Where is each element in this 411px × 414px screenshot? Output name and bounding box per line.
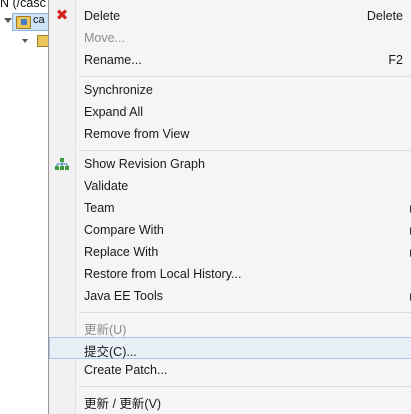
menu-item-create-patch[interactable]: Create Patch... xyxy=(49,359,411,381)
menu-separator xyxy=(79,386,411,387)
tree-top-row-label: N (/casc xyxy=(0,0,46,10)
menu-item-label: Expand All xyxy=(84,105,144,119)
tree-selected-label: ca xyxy=(33,14,45,26)
menu-item-label: 更新 / 更新(V) xyxy=(84,397,162,411)
menu-item-label: Synchronize xyxy=(84,83,153,97)
menu-item-update-to[interactable]: 更新 / 更新(V) xyxy=(49,389,411,411)
menu-item-java-ee-tools[interactable]: Java EE Tools xyxy=(49,285,411,307)
menu-separator xyxy=(79,312,411,313)
menu-item-update[interactable]: 更新(U) xyxy=(49,315,411,337)
context-menu: ✖ Delete Delete Move... Rename... F2 Syn… xyxy=(48,0,411,414)
menu-item-validate[interactable]: Validate xyxy=(49,175,411,197)
menu-item-label: Team xyxy=(84,201,115,215)
menu-item-expand-all[interactable]: Expand All xyxy=(49,101,411,123)
menu-item-label: 提交(C)... xyxy=(84,345,137,359)
revision-graph-icon xyxy=(55,157,69,171)
project-explorer-tree: N (/casc ca xyxy=(0,0,52,400)
menu-item-remove-from-view[interactable]: Remove from View xyxy=(49,123,411,145)
tree-selected-row[interactable]: ca xyxy=(4,13,52,33)
menu-item-replace-with[interactable]: Replace With xyxy=(49,241,411,263)
menu-item-label: Replace With xyxy=(84,245,159,259)
menu-item-label: Rename... xyxy=(84,53,142,67)
menu-separator xyxy=(79,76,411,77)
menu-item-show-revision-graph[interactable]: Show Revision Graph xyxy=(49,153,411,175)
project-icon xyxy=(16,16,31,29)
delete-icon: ✖ xyxy=(55,7,69,24)
menu-item-compare-with[interactable]: Compare With xyxy=(49,219,411,241)
menu-item-synchronize[interactable]: Synchronize xyxy=(49,79,411,101)
menu-item-move[interactable]: Move... xyxy=(49,27,411,49)
menu-item-label: Delete xyxy=(84,9,121,23)
menu-item-label: Java EE Tools xyxy=(84,289,163,303)
menu-item-label: Validate xyxy=(84,179,129,193)
tree-expand-arrow-icon[interactable] xyxy=(4,18,12,23)
menu-item-label: Restore from Local History... xyxy=(84,267,242,281)
menu-item-label: Show Revision Graph xyxy=(84,157,205,171)
tree-child-expand-arrow-icon[interactable] xyxy=(22,39,28,43)
menu-item-label: Move... xyxy=(84,31,125,45)
menu-item-restore-local-history[interactable]: Restore from Local History... xyxy=(49,263,411,285)
menu-separator xyxy=(79,150,411,151)
menu-item-commit[interactable]: 提交(C)... xyxy=(49,337,411,359)
menu-item-accelerator: F2 xyxy=(388,53,403,67)
menu-item-label: 更新(U) xyxy=(84,323,127,337)
menu-item-label: Compare With xyxy=(84,223,164,237)
menu-item-accelerator: Delete xyxy=(366,9,403,23)
menu-item-delete[interactable]: ✖ Delete Delete xyxy=(49,5,411,27)
menu-item-team[interactable]: Team xyxy=(49,197,411,219)
menu-item-label: Remove from View xyxy=(84,127,190,141)
menu-item-label: Create Patch... xyxy=(84,363,168,377)
menu-item-rename[interactable]: Rename... F2 xyxy=(49,49,411,71)
